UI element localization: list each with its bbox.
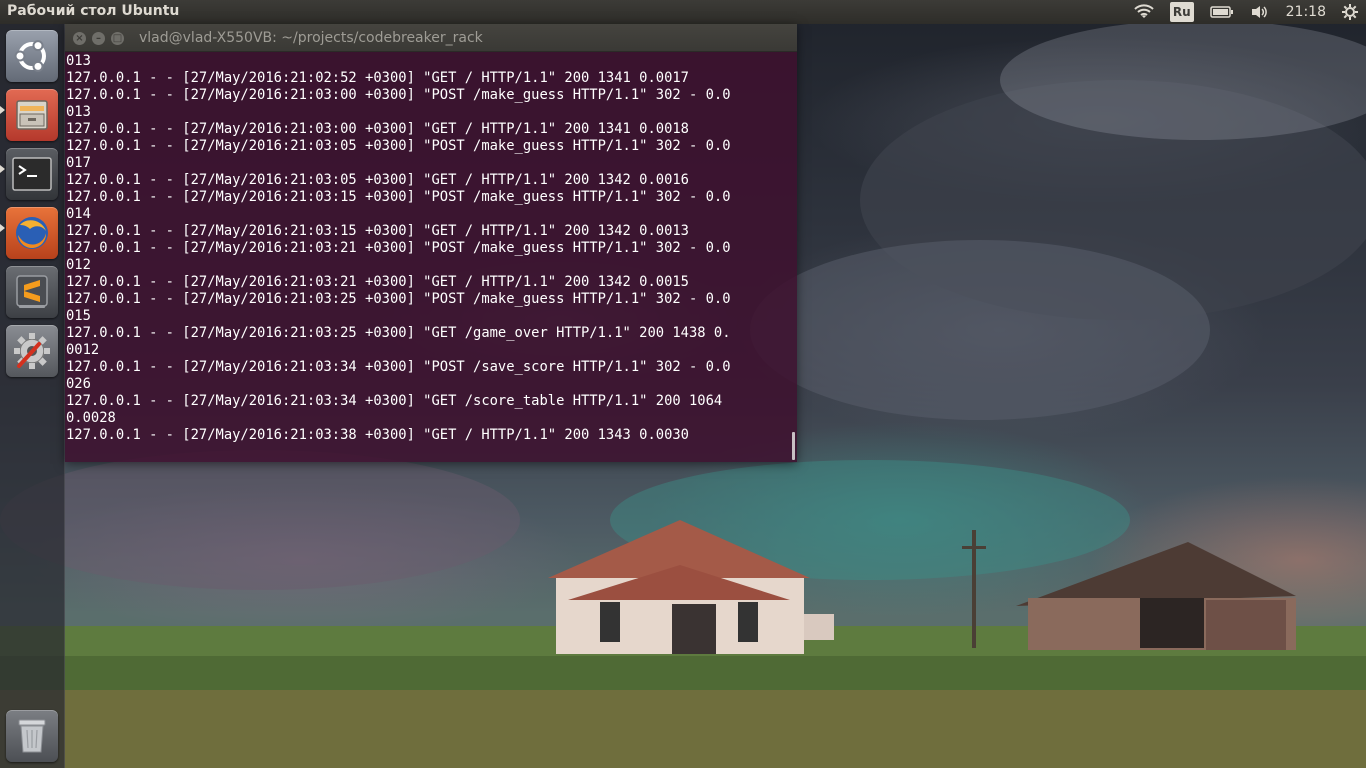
sublime-text-icon — [16, 275, 48, 308]
volume-icon[interactable] — [1250, 0, 1270, 24]
terminal-line: 127.0.0.1 - - [27/May/2016:21:03:21 +030… — [66, 240, 731, 256]
terminal-line: 127.0.0.1 - - [27/May/2016:21:03:34 +030… — [66, 393, 723, 409]
terminal-line: 127.0.0.1 - - [27/May/2016:21:03:15 +030… — [66, 189, 731, 205]
running-indicator — [0, 106, 5, 114]
terminal-line: 127.0.0.1 - - [27/May/2016:21:03:38 +030… — [66, 427, 689, 443]
firefox-icon — [16, 217, 48, 249]
terminal-icon — [12, 157, 52, 191]
panel-title[interactable]: Рабочий стол Ubuntu — [7, 3, 179, 19]
terminal-window[interactable]: × – □ vlad@vlad-X550VB: ~/projects/codeb… — [65, 24, 797, 462]
keyboard-layout-label: Ru — [1169, 2, 1194, 22]
ubuntu-logo-icon — [14, 40, 46, 72]
maximize-button[interactable]: □ — [111, 32, 124, 45]
terminal-line: 0012 — [66, 342, 100, 358]
close-icon: × — [75, 33, 84, 44]
launcher-sublime-text[interactable] — [6, 266, 58, 318]
wifi-icon[interactable] — [1134, 0, 1154, 24]
terminal-line: 013 — [66, 53, 91, 69]
window-titlebar[interactable]: × – □ vlad@vlad-X550VB: ~/projects/codeb… — [65, 24, 797, 52]
running-indicator — [0, 165, 5, 173]
terminal-line: 127.0.0.1 - - [27/May/2016:21:03:05 +030… — [66, 138, 731, 154]
launcher-terminal[interactable] — [6, 148, 58, 200]
terminal-line: 127.0.0.1 - - [27/May/2016:21:03:00 +030… — [66, 121, 689, 137]
launcher — [0, 24, 65, 768]
terminal-line: 026 — [66, 376, 91, 392]
indicator-area: Ru 21:18 — [1118, 0, 1358, 24]
terminal-line: 127.0.0.1 - - [27/May/2016:21:03:34 +030… — [66, 359, 731, 375]
top-panel: Рабочий стол Ubuntu Ru 21:18 — [0, 0, 1366, 24]
launcher-firefox[interactable] — [6, 207, 58, 259]
terminal-line: 014 — [66, 206, 91, 222]
launcher-trash[interactable] — [6, 710, 58, 762]
terminal-line: 0.0028 — [66, 410, 116, 426]
minimize-icon: – — [96, 33, 101, 44]
clock[interactable]: 21:18 — [1286, 0, 1326, 24]
window-title: vlad@vlad-X550VB: ~/projects/codebreaker… — [139, 30, 483, 46]
terminal-line: 012 — [66, 257, 91, 273]
close-button[interactable]: × — [73, 32, 86, 45]
terminal-line: 017 — [66, 155, 91, 171]
terminal-output[interactable]: 013 127.0.0.1 - - [27/May/2016:21:02:52 … — [66, 53, 794, 461]
running-indicator — [0, 224, 5, 232]
terminal-line: 013 — [66, 104, 91, 120]
terminal-line: 127.0.0.1 - - [27/May/2016:21:03:05 +030… — [66, 172, 689, 188]
file-cabinet-icon — [16, 100, 48, 130]
terminal-scrollbar[interactable] — [792, 432, 795, 460]
launcher-ubuntu-dash[interactable] — [6, 30, 58, 82]
terminal-line: 127.0.0.1 - - [27/May/2016:21:03:25 +030… — [66, 291, 731, 307]
terminal-line: 127.0.0.1 - - [27/May/2016:21:03:25 +030… — [66, 325, 731, 341]
launcher-system-settings[interactable] — [6, 325, 58, 377]
session-gear-icon[interactable] — [1342, 0, 1358, 24]
launcher-files[interactable] — [6, 89, 58, 141]
terminal-line: 015 — [66, 308, 91, 324]
minimize-button[interactable]: – — [92, 32, 105, 45]
keyboard-layout-indicator[interactable]: Ru — [1169, 0, 1194, 24]
maximize-icon: □ — [112, 33, 123, 44]
terminal-line: 127.0.0.1 - - [27/May/2016:21:03:21 +030… — [66, 274, 689, 290]
battery-icon[interactable] — [1209, 0, 1234, 24]
terminal-line: 127.0.0.1 - - [27/May/2016:21:02:52 +030… — [66, 70, 689, 86]
settings-gear-icon — [14, 333, 50, 369]
terminal-prompt-line[interactable] — [66, 444, 794, 461]
terminal-line: 127.0.0.1 - - [27/May/2016:21:03:15 +030… — [66, 223, 689, 239]
terminal-line: 127.0.0.1 - - [27/May/2016:21:03:00 +030… — [66, 87, 731, 103]
trash-icon — [18, 719, 46, 753]
